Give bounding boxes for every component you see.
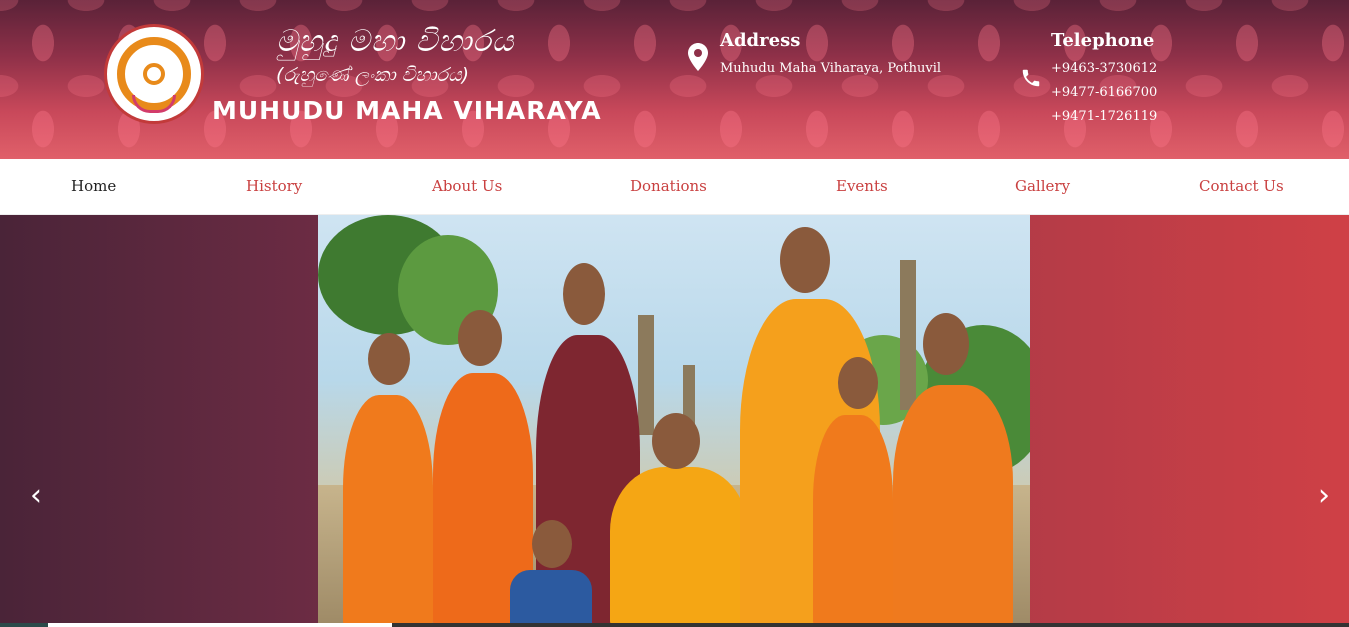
telephone-number[interactable]: +9471-1726119 xyxy=(1051,105,1157,129)
chevron-right-icon: › xyxy=(1318,478,1330,513)
telephone-number[interactable]: +9463-3730612 xyxy=(1051,57,1157,81)
telephone-block: Telephone +9463-3730612 +9477-6166700 +9… xyxy=(1051,30,1157,129)
telephone-heading: Telephone xyxy=(1051,30,1155,51)
nav-item-contact-us[interactable]: Contact Us xyxy=(1199,177,1284,195)
dharma-wheel-logo[interactable] xyxy=(104,24,204,124)
nav-item-events[interactable]: Events xyxy=(836,177,888,195)
chevron-left-icon: ‹ xyxy=(30,478,42,513)
nav-item-about-us[interactable]: About Us xyxy=(432,177,502,195)
prev-slide-button[interactable]: ‹ xyxy=(30,478,42,513)
nav-item-gallery[interactable]: Gallery xyxy=(1015,177,1070,195)
nav-item-history[interactable]: History xyxy=(246,177,302,195)
main-nav: Home History About Us Donations Events G… xyxy=(0,159,1349,215)
address-value: Muhudu Maha Viharaya, Pothuvil xyxy=(720,61,942,76)
telephone-number[interactable]: +9477-6166700 xyxy=(1051,81,1157,105)
nav-item-donations[interactable]: Donations xyxy=(630,177,707,195)
lotus-icon xyxy=(132,95,176,113)
nav-item-home[interactable]: Home xyxy=(71,177,116,195)
sinhala-title: මුහුදු මහා විහාරය xyxy=(276,24,515,59)
phone-icon xyxy=(1022,69,1040,87)
address-block: Address Muhudu Maha Viharaya, Pothuvil xyxy=(720,30,941,81)
address-heading: Address xyxy=(720,30,801,51)
site-header: මුහුදු මහා විහාරය (රුහුණේ ලංකා විහාරය) M… xyxy=(0,0,1349,159)
hero-slider: ‹ › xyxy=(0,215,1349,627)
map-pin-icon xyxy=(688,43,708,71)
brand-name[interactable]: MUHUDU MAHA VIHARAYA xyxy=(212,96,602,125)
slider-progress-bar xyxy=(0,623,1349,627)
slider-progress-fill xyxy=(48,623,392,627)
next-slide-button[interactable]: › xyxy=(1318,478,1330,513)
monks-group-photo xyxy=(318,215,1030,627)
sinhala-subtitle: (රුහුණේ ලංකා විහාරය) xyxy=(276,64,470,86)
